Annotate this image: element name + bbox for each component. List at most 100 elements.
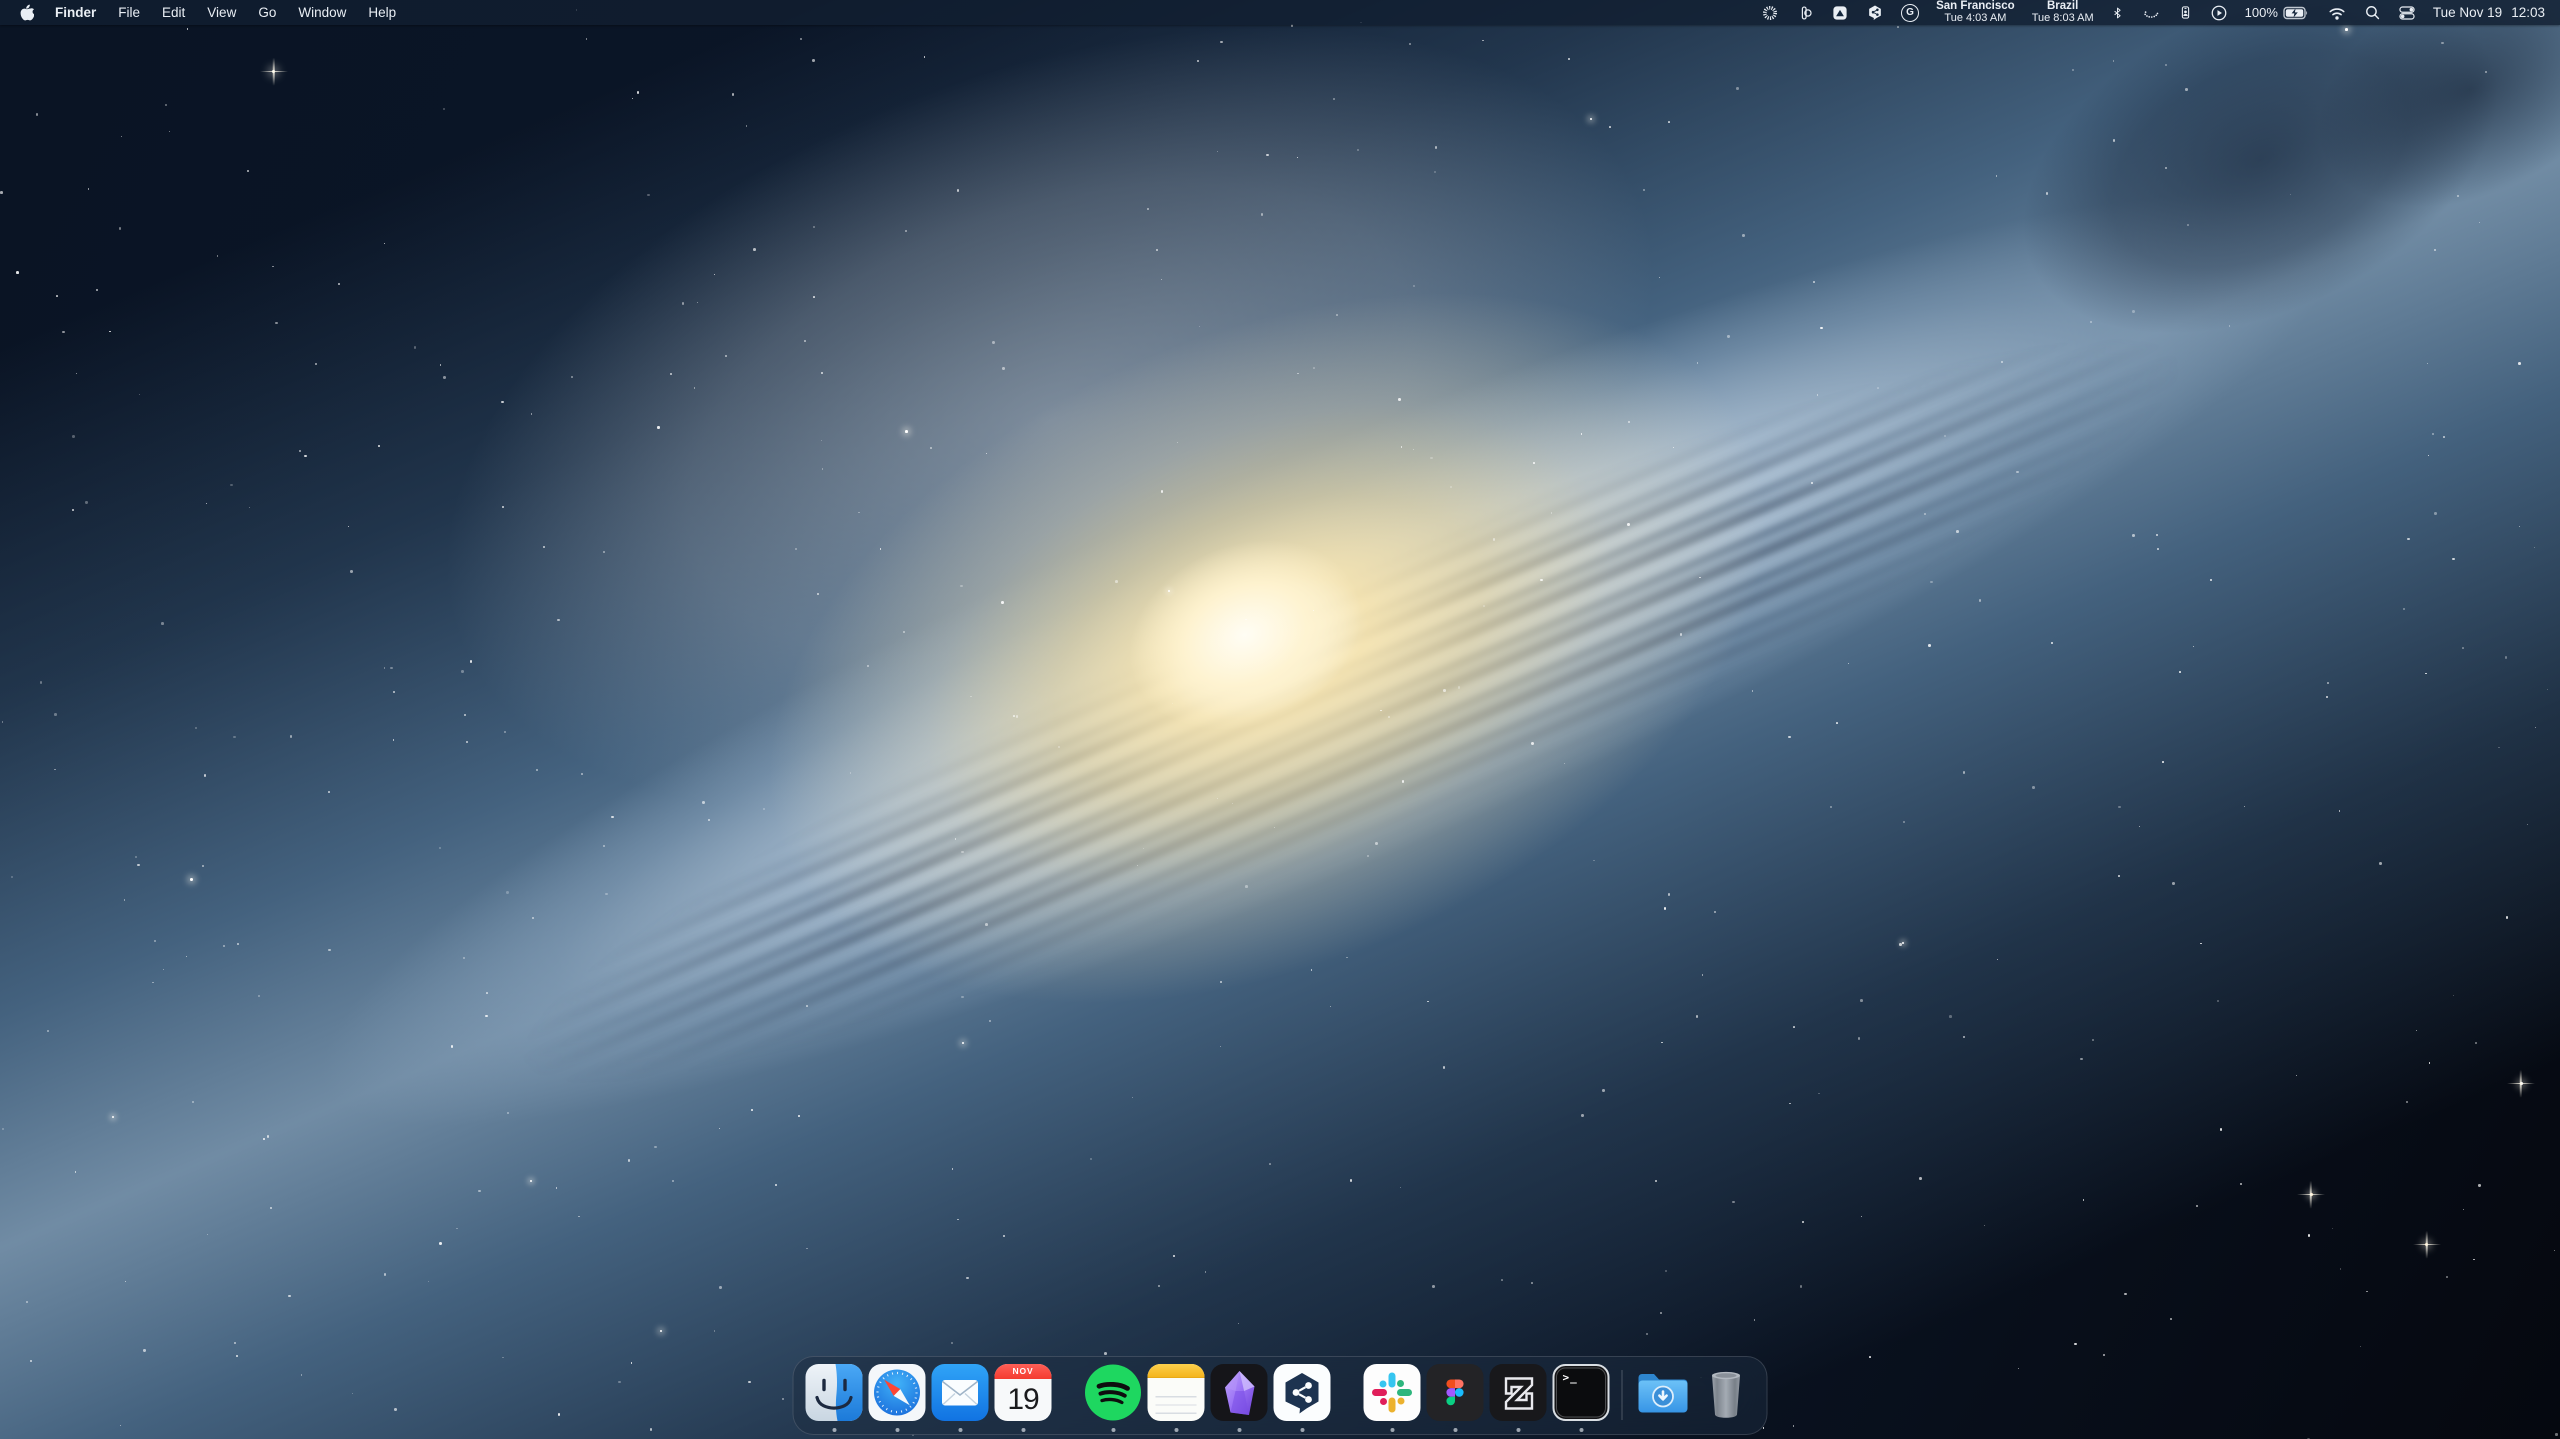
drive-triangle-icon[interactable] (1831, 4, 1849, 22)
star (258, 995, 260, 997)
star (817, 593, 819, 595)
star (2162, 761, 2164, 763)
star (1714, 911, 1716, 913)
star (163, 969, 165, 971)
notes-lines (1156, 1389, 1197, 1414)
star (2016, 471, 2019, 474)
star (654, 1146, 656, 1148)
star (2427, 363, 2428, 364)
grammarly-letter: G (1906, 8, 1914, 18)
star (1001, 601, 1004, 604)
menu-help[interactable]: Help (357, 5, 407, 20)
star (486, 992, 488, 994)
star (650, 1428, 652, 1430)
dock-finder[interactable] (803, 1357, 866, 1434)
star (1400, 1187, 1401, 1188)
star (930, 447, 932, 449)
dock-terminal[interactable]: >_ (1550, 1357, 1613, 1434)
world-clock-san-francisco[interactable]: San Francisco Tue 4:03 AM (1936, 0, 2015, 24)
star (414, 346, 416, 348)
star (631, 1362, 633, 1364)
star (270, 1207, 273, 1210)
star (502, 506, 504, 508)
dock-trash[interactable] (1695, 1357, 1758, 1434)
star (2046, 192, 2048, 194)
star (1058, 746, 1060, 748)
star (236, 1355, 238, 1357)
star (961, 851, 963, 853)
star (2518, 362, 2521, 365)
star (466, 741, 468, 743)
star (924, 56, 926, 58)
star (85, 501, 87, 503)
active-app-menu[interactable]: Finder (44, 5, 107, 20)
dock-safari[interactable] (866, 1357, 929, 1434)
star (2441, 42, 2443, 44)
star (384, 1273, 386, 1275)
world-clock-brazil[interactable]: Brazil Tue 8:03 AM (2032, 0, 2094, 24)
grammarly-icon[interactable]: G (1901, 4, 1919, 22)
wifi-icon[interactable] (2327, 5, 2347, 21)
dock-slack[interactable] (1361, 1357, 1424, 1434)
star (763, 808, 765, 810)
star (139, 394, 140, 395)
figma-status-icon[interactable] (1797, 4, 1814, 22)
menu-edit[interactable]: Edit (151, 5, 196, 20)
star (2170, 1318, 2172, 1320)
spotlight-search-icon[interactable] (2364, 4, 2381, 21)
star (2332, 1228, 2333, 1229)
apple-menu[interactable] (13, 4, 44, 21)
dock-mail[interactable] (929, 1357, 992, 1434)
star (992, 341, 995, 344)
menu-go[interactable]: Go (247, 5, 287, 20)
dock-figma[interactable] (1424, 1357, 1487, 1434)
menu-view[interactable]: View (196, 5, 247, 20)
star (2479, 222, 2480, 223)
dock-obsidian[interactable] (1208, 1357, 1271, 1434)
star (1858, 1037, 1860, 1039)
finder-icon (806, 1364, 863, 1421)
star (504, 731, 506, 733)
star (506, 891, 509, 894)
bluetooth-icon[interactable] (2111, 4, 2124, 22)
dock-calendar[interactable]: NOV 19 (992, 1357, 1055, 1434)
hexagon-share-status-icon[interactable] (1866, 3, 1884, 22)
clock-time: Tue 4:03 AM (1944, 13, 2006, 25)
running-indicator (1237, 1428, 1241, 1432)
iphone-mirroring-icon[interactable] (2178, 3, 2193, 22)
sunburst-icon[interactable] (1760, 3, 1780, 23)
star (165, 104, 167, 106)
star (2200, 943, 2202, 945)
star (708, 819, 710, 821)
star (961, 996, 963, 998)
star (2296, 1075, 2297, 1076)
dock-downloads[interactable] (1632, 1357, 1695, 1434)
star (1013, 715, 1015, 717)
menu-file[interactable]: File (107, 5, 151, 20)
now-playing-icon[interactable] (2210, 4, 2228, 22)
menu-window[interactable]: Window (287, 5, 357, 20)
star (1483, 605, 1485, 607)
star (1997, 959, 1999, 961)
dotted-arc-icon[interactable] (2141, 4, 2161, 22)
figma-icon (1427, 1364, 1484, 1421)
star (556, 1187, 557, 1188)
star (1788, 736, 1790, 738)
menubar-clock[interactable]: Tue Nov 19 12:03 (2433, 5, 2547, 20)
dock-notes[interactable] (1145, 1357, 1208, 1434)
star (557, 619, 559, 621)
star (88, 188, 89, 189)
star (2555, 1433, 2557, 1435)
star (1482, 40, 1484, 42)
star (1333, 98, 1335, 100)
star (1956, 530, 1959, 533)
dock-hexagon-chat-app[interactable] (1271, 1357, 1334, 1434)
control-center-icon[interactable] (2398, 4, 2416, 22)
star (2113, 139, 2116, 142)
star (112, 1116, 114, 1118)
star (1924, 513, 1926, 515)
dock-spotify[interactable] (1082, 1357, 1145, 1434)
star (1899, 943, 1902, 946)
battery-status[interactable]: 100% (2245, 5, 2310, 20)
dock-zed[interactable] (1487, 1357, 1550, 1434)
